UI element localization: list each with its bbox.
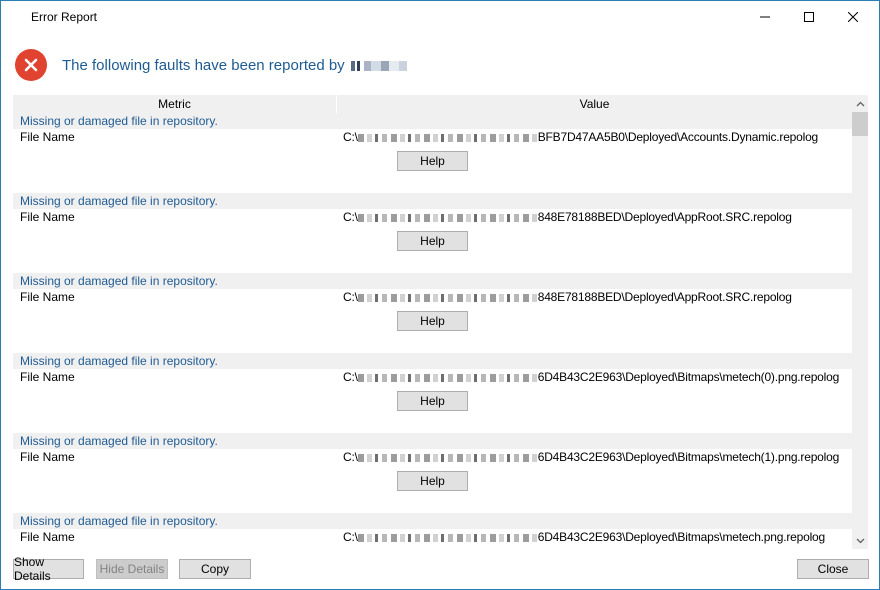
metric-cell: File Name — [20, 450, 75, 464]
close-button[interactable]: Close — [797, 559, 869, 579]
fault-group: Missing or damaged file in repository. Fi… — [13, 193, 852, 273]
fault-group: Missing or damaged file in repository. Fi… — [13, 273, 852, 353]
error-icon — [15, 49, 47, 81]
table-row[interactable]: File Name C:\ 848E78188BED\Deployed\AppRoo… — [13, 209, 852, 225]
help-button[interactable]: Help — [397, 471, 468, 491]
path-prefix: C:\ — [343, 370, 358, 384]
metric-cell: File Name — [20, 370, 75, 384]
minimize-icon — [760, 16, 770, 18]
metric-cell: File Name — [20, 290, 75, 304]
redacted-path — [357, 453, 538, 462]
title-bar: Error Report — [1, 1, 879, 33]
path-suffix: 848E78188BED\Deployed\AppRoot.SRC.repolo… — [537, 210, 792, 224]
value-cell: C:\ 848E78188BED\Deployed\AppRoot.SRC.rep… — [337, 209, 852, 225]
value-cell: C:\ BFB7D47AA5B0\Deployed\Accounts.Dynami… — [337, 129, 852, 145]
grid-header: Metric Value — [13, 95, 852, 113]
copy-button[interactable]: Copy — [179, 559, 251, 579]
redacted-path — [357, 213, 538, 222]
fault-group-title[interactable]: Missing or damaged file in repository. — [13, 513, 852, 529]
path-prefix: C:\ — [343, 210, 358, 224]
help-button[interactable]: Help — [397, 151, 468, 171]
fault-group: Missing or damaged file in repository. Fi… — [13, 113, 852, 193]
fault-group-title[interactable]: Missing or damaged file in repository. — [13, 433, 852, 449]
minimize-button[interactable] — [743, 1, 787, 33]
redacted-path — [357, 293, 538, 302]
fault-group: Missing or damaged file in repository. Fi… — [13, 353, 852, 433]
path-suffix: 6D4B43C2E963\Deployed\Bitmaps\metech(0).… — [537, 370, 840, 384]
metric-cell: File Name — [20, 530, 75, 544]
fault-group-title[interactable]: Missing or damaged file in repository. — [13, 113, 852, 129]
fault-group-title[interactable]: Missing or damaged file in repository. — [13, 193, 852, 209]
help-button[interactable]: Help — [397, 231, 468, 251]
table-row[interactable]: File Name C:\ 848E78188BED\Deployed\AppRoo… — [13, 289, 852, 305]
error-report-window: Error Report The following faults have b… — [0, 0, 880, 590]
redacted-path — [357, 373, 538, 382]
value-cell: C:\ 6D4B43C2E963\Deployed\Bitmaps\metech(… — [337, 369, 852, 385]
fault-group-title[interactable]: Missing or damaged file in repository. — [13, 273, 852, 289]
table-row[interactable]: File Name C:\ 6D4B43C2E963\Deployed\Bitmap… — [13, 449, 852, 465]
scroll-up-button[interactable] — [852, 95, 868, 112]
value-cell: C:\ 6D4B43C2E963\Deployed\Bitmaps\metech.… — [337, 529, 852, 545]
hide-details-button[interactable]: Hide Details — [96, 559, 168, 579]
help-button[interactable]: Help — [397, 311, 468, 331]
value-cell: C:\ 6D4B43C2E963\Deployed\Bitmaps\metech(… — [337, 449, 852, 465]
vertical-scrollbar[interactable] — [852, 95, 868, 549]
show-details-button[interactable]: Show Details — [13, 555, 84, 583]
fault-group: Missing or damaged file in repository. Fi… — [13, 433, 852, 513]
help-button[interactable]: Help — [397, 391, 468, 411]
path-prefix: C:\ — [343, 450, 358, 464]
metric-cell: File Name — [20, 130, 75, 144]
path-prefix: C:\ — [343, 130, 358, 144]
close-window-button[interactable] — [831, 1, 875, 33]
value-cell: C:\ 848E78188BED\Deployed\AppRoot.SRC.rep… — [337, 289, 852, 305]
path-suffix: 6D4B43C2E963\Deployed\Bitmaps\metech.png… — [537, 530, 825, 544]
fault-group: Missing or damaged file in repository. Fi… — [13, 513, 852, 549]
path-suffix: 6D4B43C2E963\Deployed\Bitmaps\metech(1).… — [537, 450, 840, 464]
metric-cell: File Name — [20, 210, 75, 224]
path-prefix: C:\ — [343, 290, 358, 304]
scroll-down-button[interactable] — [852, 532, 868, 549]
path-prefix: C:\ — [343, 530, 358, 544]
maximize-icon — [804, 12, 814, 22]
window-title: Error Report — [31, 10, 98, 24]
chevron-down-icon — [856, 538, 864, 543]
fault-message-text: The following faults have been reported … — [62, 56, 345, 74]
fault-message: The following faults have been reported … — [62, 57, 407, 74]
path-suffix: 848E78188BED\Deployed\AppRoot.SRC.repolo… — [537, 290, 792, 304]
fault-grid: Metric Value Missing or damaged file in … — [13, 95, 868, 549]
maximize-button[interactable] — [787, 1, 831, 33]
column-header-metric[interactable]: Metric — [13, 95, 337, 113]
table-row[interactable]: File Name C:\ 6D4B43C2E963\Deployed\Bitmap… — [13, 529, 852, 545]
table-row[interactable]: File Name C:\ BFB7D47AA5B0\Deployed\Accoun… — [13, 129, 852, 145]
column-header-value[interactable]: Value — [337, 95, 852, 113]
redacted-source-name — [350, 60, 407, 71]
fault-group-title[interactable]: Missing or damaged file in repository. — [13, 353, 852, 369]
path-suffix: BFB7D47AA5B0\Deployed\Accounts.Dynamic.r… — [537, 130, 819, 144]
scrollbar-thumb[interactable] — [852, 112, 868, 136]
chevron-up-icon — [856, 101, 864, 106]
redacted-path — [357, 133, 538, 142]
redacted-path — [357, 533, 538, 542]
fault-header: The following faults have been reported … — [15, 49, 407, 81]
close-icon — [848, 12, 858, 22]
table-row[interactable]: File Name C:\ 6D4B43C2E963\Deployed\Bitmap… — [13, 369, 852, 385]
grid-rows: Missing or damaged file in repository. Fi… — [13, 113, 852, 549]
